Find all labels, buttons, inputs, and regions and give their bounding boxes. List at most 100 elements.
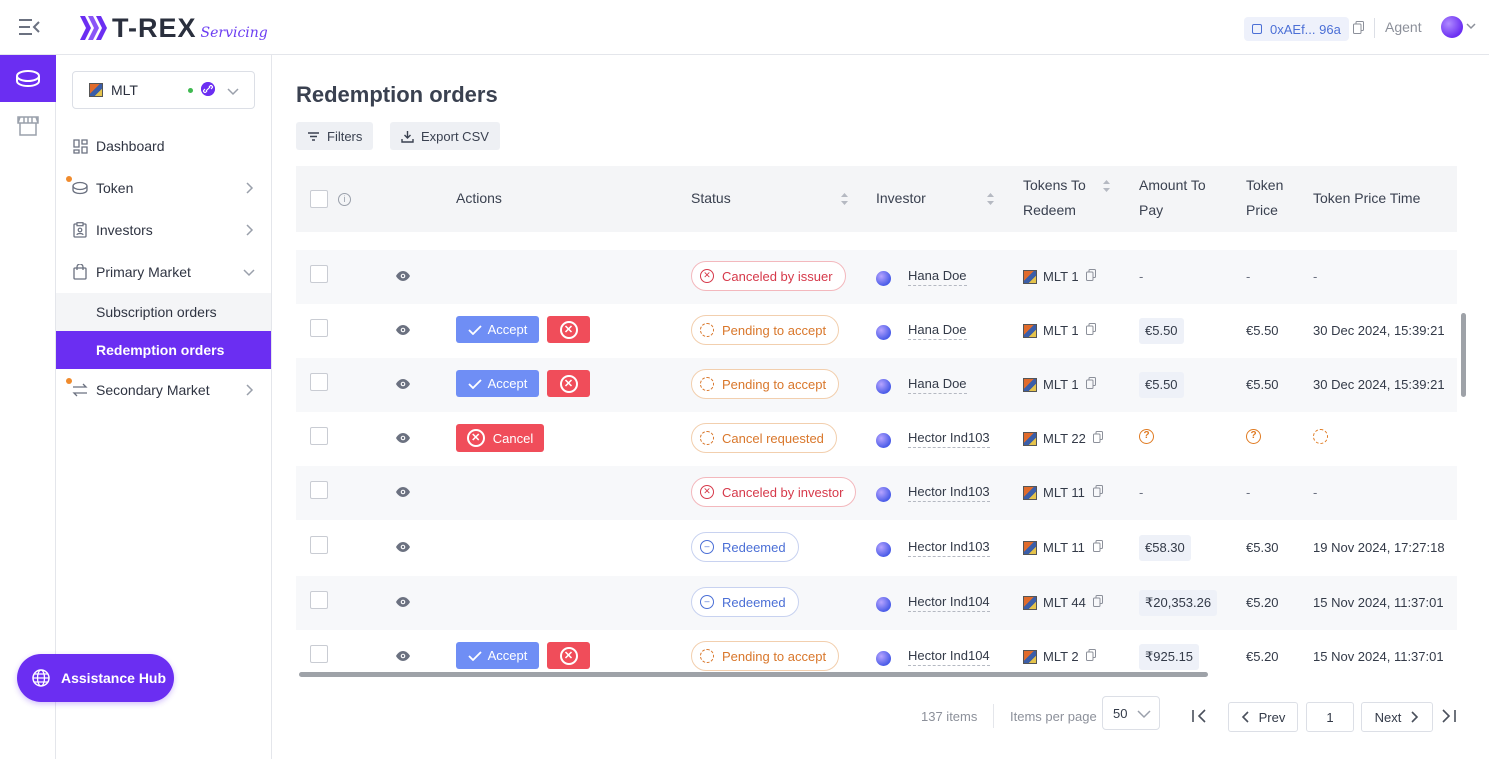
horizontal-scrollbar[interactable]	[299, 672, 1208, 677]
copy-icon[interactable]	[1093, 485, 1103, 497]
assistance-hub-button[interactable]: Assistance Hub	[17, 654, 174, 702]
link-icon	[201, 82, 215, 96]
next-page-button[interactable]: Next	[1361, 702, 1433, 732]
info-icon[interactable]: i	[338, 193, 351, 206]
accept-button[interactable]: Accept	[456, 642, 539, 669]
row-checkbox[interactable]	[310, 591, 328, 609]
asset-selector[interactable]: MLT	[72, 71, 255, 109]
copy-icon[interactable]	[1086, 269, 1096, 281]
eye-icon[interactable]	[395, 270, 411, 282]
logo[interactable]: T-REX Servicing	[78, 12, 268, 44]
investor-avatar	[876, 271, 891, 286]
amount-to-pay: €5.50	[1139, 372, 1184, 398]
sidebar-item-label: Investors	[96, 222, 153, 238]
row-checkbox[interactable]	[310, 373, 328, 391]
token-price-time: -	[1313, 269, 1318, 284]
investor-link[interactable]: Hana Doe	[908, 376, 967, 394]
last-page-icon[interactable]	[1439, 708, 1457, 724]
accept-button[interactable]: Accept	[456, 370, 539, 397]
token-image	[1023, 324, 1037, 338]
sidebar-item-redemption-orders[interactable]: Redemption orders	[56, 331, 271, 369]
col-investor[interactable]: Investor	[876, 186, 926, 211]
sidebar-item-label: Primary Market	[96, 264, 191, 280]
col-tokens-line1[interactable]: Tokens To	[1023, 173, 1086, 198]
question-icon[interactable]: ?	[1246, 429, 1261, 444]
row-checkbox[interactable]	[310, 319, 328, 337]
investor-avatar	[876, 379, 891, 394]
first-page-icon[interactable]	[1191, 708, 1209, 724]
investor-link[interactable]: Hector Ind103	[908, 484, 990, 502]
reject-button[interactable]: ✕	[547, 642, 590, 669]
copy-icon[interactable]	[1086, 323, 1096, 335]
eye-icon[interactable]	[395, 378, 411, 390]
investor-link[interactable]: Hana Doe	[908, 322, 967, 340]
sidebar-nav: Dashboard Token Investors Primary Market…	[56, 125, 271, 411]
row-checkbox[interactable]	[310, 645, 328, 663]
sidebar-item-token[interactable]: Token	[56, 167, 271, 209]
copy-icon[interactable]	[1093, 431, 1103, 443]
row-checkbox[interactable]	[310, 536, 328, 554]
copy-icon[interactable]	[1353, 21, 1364, 34]
investor-avatar	[876, 542, 891, 557]
filters-label: Filters	[327, 128, 363, 144]
investor-link[interactable]: Hector Ind103	[908, 539, 990, 557]
col-amount-line2: Pay	[1139, 202, 1164, 218]
table-row: ✕ Canceled by investor Hector Ind103 MLT …	[296, 466, 1457, 520]
sidebar-item-investors[interactable]: Investors	[56, 209, 271, 251]
investor-avatar	[876, 651, 891, 666]
token-image	[1023, 270, 1037, 284]
question-icon[interactable]: ?	[1139, 429, 1154, 444]
copy-icon[interactable]	[1093, 540, 1103, 552]
sidebar-item-secondary-market[interactable]: Secondary Market	[56, 369, 271, 411]
export-csv-button[interactable]: Export CSV	[390, 122, 500, 150]
eye-icon[interactable]	[395, 541, 411, 553]
token-price: €5.50	[1246, 323, 1279, 338]
copy-icon[interactable]	[1093, 595, 1103, 607]
user-avatar[interactable]	[1441, 16, 1463, 38]
select-all-checkbox[interactable]	[310, 190, 328, 208]
items-per-page-select[interactable]: 50	[1102, 696, 1160, 730]
eye-icon[interactable]	[395, 324, 411, 336]
eye-icon[interactable]	[395, 596, 411, 608]
filters-button[interactable]: Filters	[296, 122, 374, 150]
page-number-input[interactable]: 1	[1306, 702, 1354, 732]
wallet-address[interactable]: 0xAEf... 96a	[1244, 17, 1349, 41]
copy-icon[interactable]	[1086, 377, 1096, 389]
row-checkbox[interactable]	[310, 481, 328, 499]
rail-marketplace[interactable]	[0, 102, 56, 149]
token-image	[1023, 650, 1037, 664]
prev-page-button[interactable]: Prev	[1228, 702, 1298, 732]
role-label: Agent	[1385, 19, 1422, 35]
token-price: €5.30	[1246, 540, 1279, 555]
menu-collapse-icon[interactable]	[18, 18, 40, 36]
reject-button[interactable]: ✕	[547, 370, 590, 397]
chevron-down-icon[interactable]	[1466, 21, 1476, 31]
investor-link[interactable]: Hector Ind104	[908, 594, 990, 612]
accept-button[interactable]: Accept	[456, 316, 539, 343]
rail-tokens[interactable]	[0, 55, 56, 102]
investor-link[interactable]: Hector Ind104	[908, 648, 990, 666]
brand-sub: Servicing	[200, 25, 268, 41]
investor-link[interactable]: Hana Doe	[908, 268, 967, 286]
table-row: Accept ✕ Pending to accept Hana Doe MLT …	[296, 358, 1457, 412]
chevron-right-icon	[246, 384, 254, 396]
sidebar-item-dashboard[interactable]: Dashboard	[56, 125, 271, 167]
token-price-time: -	[1313, 485, 1318, 500]
eye-icon[interactable]	[395, 486, 411, 498]
cancel-button[interactable]: ✕ Cancel	[456, 424, 544, 452]
sort-icon[interactable]	[841, 193, 848, 205]
amount-to-pay: -	[1139, 269, 1144, 284]
row-checkbox[interactable]	[310, 265, 328, 283]
eye-icon[interactable]	[395, 650, 411, 662]
col-status[interactable]: Status	[691, 186, 731, 211]
vertical-scrollbar[interactable]	[1461, 313, 1466, 397]
sort-icon[interactable]	[1103, 180, 1110, 192]
investor-link[interactable]: Hector Ind103	[908, 430, 990, 448]
reject-button[interactable]: ✕	[547, 316, 590, 343]
copy-icon[interactable]	[1086, 649, 1096, 661]
sort-icon[interactable]	[987, 193, 994, 205]
sidebar-item-primary-market[interactable]: Primary Market	[56, 251, 271, 293]
sidebar-item-subscription-orders[interactable]: Subscription orders	[56, 293, 271, 331]
eye-icon[interactable]	[395, 432, 411, 444]
row-checkbox[interactable]	[310, 427, 328, 445]
